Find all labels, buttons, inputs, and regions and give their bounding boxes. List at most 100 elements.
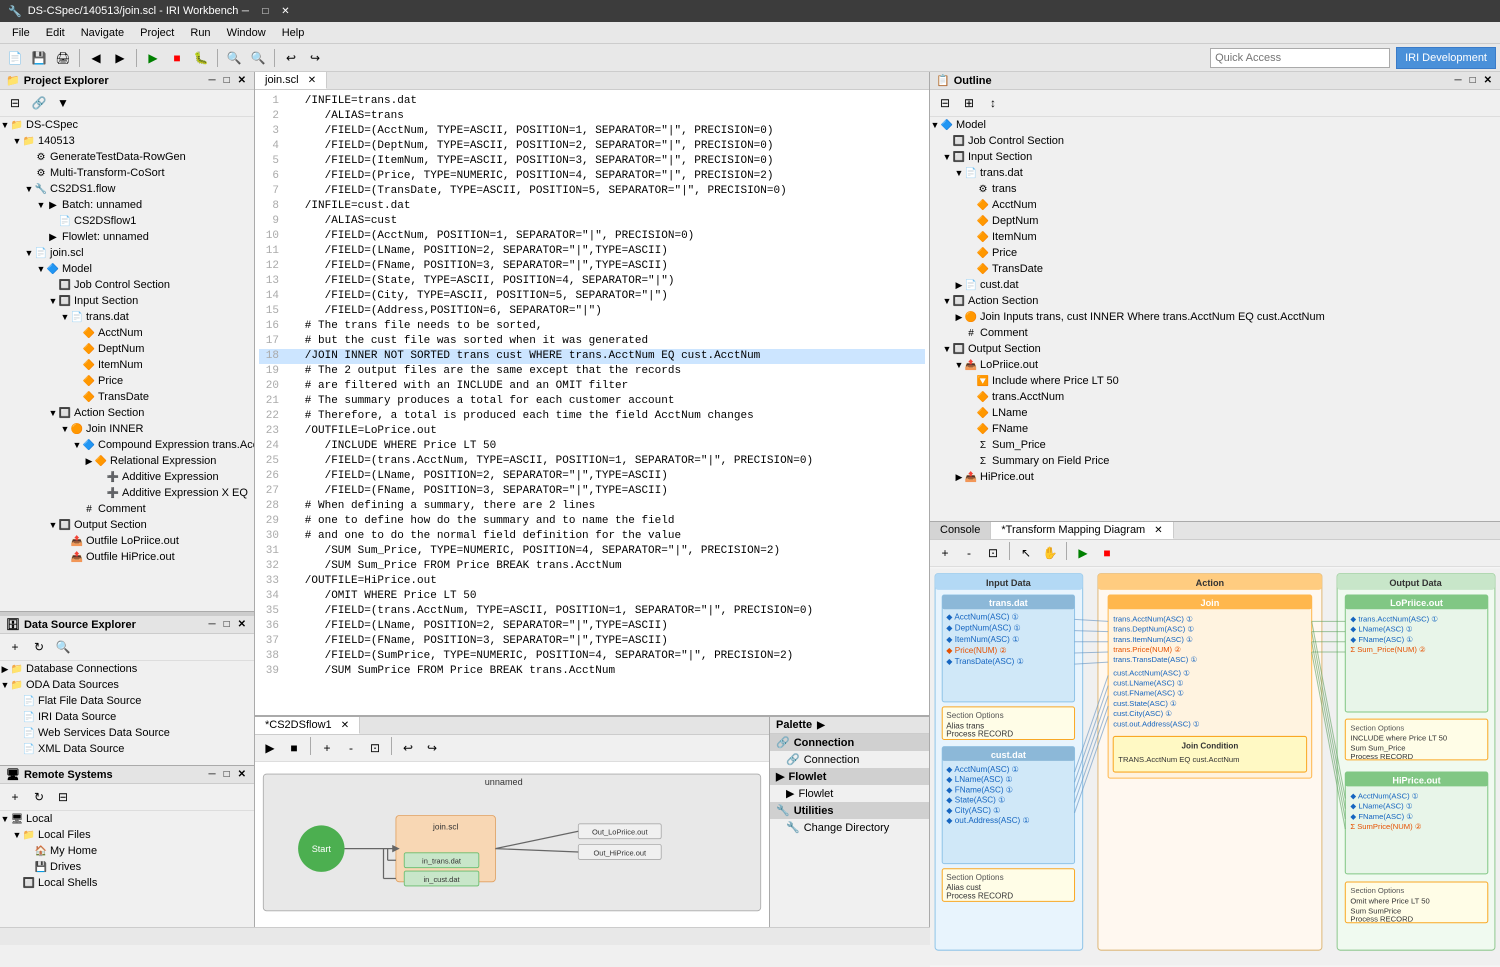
flow-canvas[interactable]: unnamed Start join.scl in_trans.dat in_c… <box>255 762 769 927</box>
close-button[interactable]: ✕ <box>278 4 292 18</box>
expand-arrow-icon[interactable]: ▼ <box>942 296 952 306</box>
transform-content[interactable]: Input Data trans.dat ◆ AcctNum(ASC) ① ◆ … <box>930 567 1500 967</box>
tree-item[interactable]: ▼🖥Local <box>0 811 254 827</box>
tree-item[interactable]: ▼📤LoPriice.out <box>930 357 1500 373</box>
expand-arrow-icon[interactable]: ▼ <box>48 408 58 418</box>
flow-content[interactable]: unnamed Start join.scl in_trans.dat in_c… <box>255 762 769 927</box>
tm-stop-button[interactable]: ■ <box>1096 542 1118 564</box>
expand-arrow-icon[interactable]: ▶ <box>954 472 964 483</box>
tree-item[interactable]: 📤Outfile HiPrice.out <box>0 549 254 565</box>
menu-item-navigate[interactable]: Navigate <box>73 25 132 41</box>
print-button[interactable]: 🖨 <box>52 47 74 69</box>
expand-arrow-icon[interactable]: ▼ <box>24 248 34 258</box>
tab-cs2dsflow1[interactable]: *CS2DSflow1 ✕ <box>255 717 360 734</box>
flow-zoom-out-button[interactable]: - <box>340 737 362 759</box>
flow-undo-button[interactable]: ↩ <box>397 737 419 759</box>
pe-minimize-icon[interactable]: ─ <box>206 74 217 87</box>
tab-cs2dsflow1-close[interactable]: ✕ <box>341 720 349 731</box>
tree-item[interactable]: ▼🔲Output Section <box>930 341 1500 357</box>
tree-item[interactable]: ▼🔷Model <box>930 117 1500 133</box>
tree-item[interactable]: ➕Additive Expression X EQ <box>0 485 254 501</box>
expand-arrow-icon[interactable]: ▼ <box>48 296 58 306</box>
tree-item[interactable]: ▼📄trans.dat <box>0 309 254 325</box>
tree-item[interactable]: 🔲Job Control Section <box>930 133 1500 149</box>
expand-arrow-icon[interactable]: ▼ <box>0 814 10 824</box>
expand-arrow-icon[interactable]: ▼ <box>942 152 952 162</box>
dse-close-icon[interactable]: ✕ <box>236 618 248 631</box>
palette-group-header[interactable]: 🔧Utilities <box>770 802 929 819</box>
tree-item[interactable]: ▼📁DS-CSpec <box>0 117 254 133</box>
rs-maximize-icon[interactable]: □ <box>222 768 232 781</box>
flow-zoom-in-button[interactable]: + <box>316 737 338 759</box>
expand-arrow-icon[interactable]: ▼ <box>954 168 964 178</box>
stop-button[interactable]: ■ <box>166 47 188 69</box>
tm-zoom-in-button[interactable]: + <box>934 542 956 564</box>
expand-arrow-icon[interactable]: ▼ <box>24 184 34 194</box>
forward-button[interactable]: ▶ <box>109 47 131 69</box>
tree-item[interactable]: ⚙Multi-Transform-CoSort <box>0 165 254 181</box>
expand-arrow-icon[interactable]: ▼ <box>72 440 82 450</box>
expand-arrow-icon[interactable]: ▼ <box>60 424 70 434</box>
back-button[interactable]: ◀ <box>85 47 107 69</box>
tree-item[interactable]: 📄CS2DSflow1 <box>0 213 254 229</box>
tree-item[interactable]: ▶🟠Join Inputs trans, cust INNER Where tr… <box>930 309 1500 325</box>
tree-item[interactable]: ▼📁140513 <box>0 133 254 149</box>
undo-button[interactable]: ↩ <box>280 47 302 69</box>
debug-button[interactable]: 🐛 <box>190 47 212 69</box>
tree-item[interactable]: ▼📄trans.dat <box>930 165 1500 181</box>
minimize-button[interactable]: ─ <box>238 4 252 18</box>
pe-maximize-icon[interactable]: □ <box>222 74 232 87</box>
expand-arrow-icon[interactable]: ▶ <box>954 280 964 291</box>
iri-development-button[interactable]: IRI Development <box>1396 47 1496 69</box>
expand-arrow-icon[interactable]: ▼ <box>36 200 46 210</box>
tree-item[interactable]: 🔶trans.AcctNum <box>930 389 1500 405</box>
palette-group-header[interactable]: 🔗Connection <box>770 734 929 751</box>
new-button[interactable]: 📄 <box>4 47 26 69</box>
tree-item[interactable]: 🔶TransDate <box>0 389 254 405</box>
tm-run-button[interactable]: ▶ <box>1072 542 1094 564</box>
expand-arrow-icon[interactable]: ▼ <box>942 344 952 354</box>
outline-collapse-icon[interactable]: ─ <box>1452 74 1463 87</box>
tree-item[interactable]: 📤Outfile LoPriice.out <box>0 533 254 549</box>
expand-arrow-icon[interactable]: ▼ <box>48 520 58 530</box>
expand-arrow-icon[interactable]: ▼ <box>954 360 964 370</box>
redo-button[interactable]: ↪ <box>304 47 326 69</box>
flow-stop-button[interactable]: ■ <box>283 737 305 759</box>
dse-new-button[interactable]: + <box>4 636 26 658</box>
tree-item[interactable]: 🔶LName <box>930 405 1500 421</box>
run-button[interactable]: ▶ <box>142 47 164 69</box>
expand-arrow-icon[interactable]: ▼ <box>12 136 22 146</box>
tree-item[interactable]: 🔶DeptNum <box>930 213 1500 229</box>
tree-item[interactable]: 🔶AcctNum <box>0 325 254 341</box>
outline-collapse-all-button[interactable]: ⊟ <box>934 92 956 114</box>
rs-collapse-button[interactable]: ⊟ <box>52 786 74 808</box>
tab-console[interactable]: Console <box>930 522 991 539</box>
rs-new-connection-button[interactable]: + <box>4 786 26 808</box>
expand-arrow-icon[interactable]: ▼ <box>930 120 940 130</box>
tab-transform-mapping[interactable]: *Transform Mapping Diagram ✕ <box>991 522 1173 539</box>
tree-item[interactable]: ▼🔲Input Section <box>930 149 1500 165</box>
tree-item[interactable]: ⚙trans <box>930 181 1500 197</box>
tree-item[interactable]: ▼🔲Input Section <box>0 293 254 309</box>
palette-item[interactable]: ▶Flowlet <box>770 785 929 802</box>
maximize-button[interactable]: □ <box>258 4 272 18</box>
pe-link-button[interactable]: 🔗 <box>28 92 50 114</box>
expand-arrow-icon[interactable]: ▶ <box>954 312 964 323</box>
tree-item[interactable]: ▼🔲Output Section <box>0 517 254 533</box>
tree-item[interactable]: ▶Flowlet: unnamed <box>0 229 254 245</box>
palette-arrow-icon[interactable]: ▶ <box>815 719 827 732</box>
tree-item[interactable]: ➕Additive Expression <box>0 469 254 485</box>
palette-item[interactable]: 🔧Change Directory <box>770 819 929 836</box>
tree-item[interactable]: ▼🔲Action Section <box>930 293 1500 309</box>
tree-item[interactable]: ▼🔲Action Section <box>0 405 254 421</box>
tree-item[interactable]: 🔲Local Shells <box>0 875 254 891</box>
tree-item[interactable]: 🔶ItemNum <box>0 357 254 373</box>
tree-item[interactable]: 📄Web Services Data Source <box>0 725 254 741</box>
dse-refresh-button[interactable]: ↻ <box>28 636 50 658</box>
code-content[interactable]: 1 /INFILE=trans.dat2 /ALIAS=trans3 /FIEL… <box>255 90 929 715</box>
tree-item[interactable]: 🔶FName <box>930 421 1500 437</box>
tab-join-scl[interactable]: join.scl ✕ <box>255 72 327 89</box>
menu-item-edit[interactable]: Edit <box>38 25 73 41</box>
expand-arrow-icon[interactable]: ▶ <box>0 664 10 675</box>
tm-zoom-out-button[interactable]: - <box>958 542 980 564</box>
